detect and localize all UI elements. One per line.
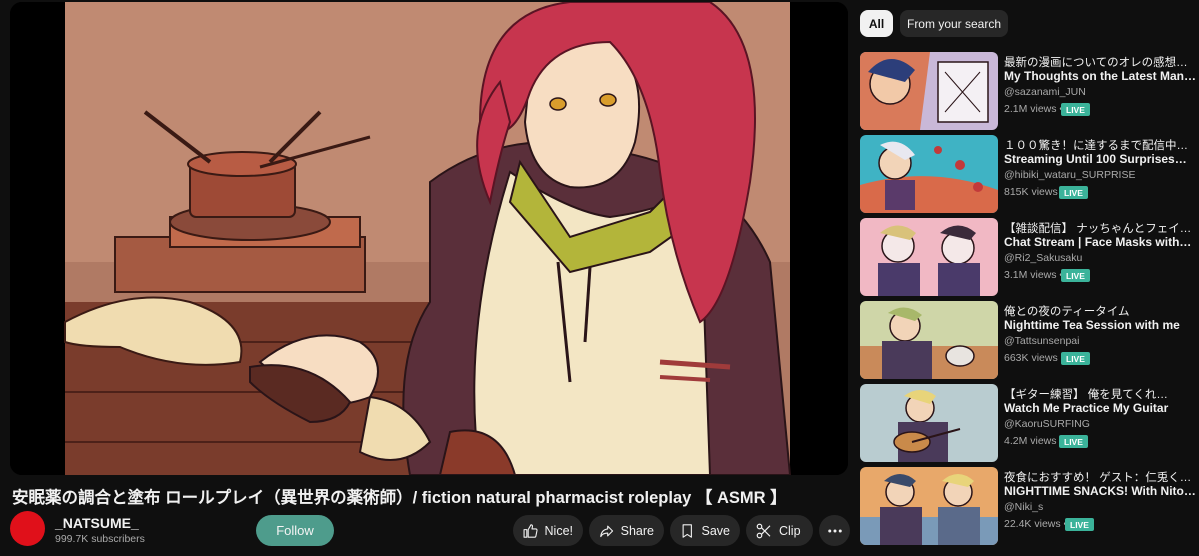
save-label: Save [701, 523, 731, 538]
subscriber-count: 999.7K subscribers [55, 533, 145, 545]
video-thumbnail[interactable] [860, 384, 998, 462]
video-thumbnail[interactable] [860, 301, 998, 379]
rec-title-en[interactable]: My Thoughts on the Latest Manga… [1004, 69, 1196, 83]
rec-views: 815K views • [1004, 186, 1064, 198]
rec-title-jp[interactable]: 【雑談配信】 ナッちゃんとフェイ… [1004, 220, 1196, 236]
live-badge: LIVE [1059, 435, 1088, 448]
live-badge: LIVE [1061, 352, 1090, 365]
live-badge: LIVE [1061, 269, 1090, 282]
rec-title-en[interactable]: Nighttime Tea Session with me [1004, 318, 1196, 332]
share-arrow-icon [600, 525, 614, 537]
recommendation-item[interactable]: 【雑談配信】 ナッちゃんとフェイ… Chat Stream | Face Mas… [860, 218, 1198, 296]
rec-views: 4.2M views • [1004, 435, 1063, 447]
recommendation-item[interactable]: １００驚き！に達するまで配信中… Streaming Until 100 Sur… [860, 135, 1198, 213]
rec-view-count: 3.1M views [1004, 269, 1057, 281]
rec-title-jp[interactable]: 夜食におすすめ！ ゲスト：仁兎く… [1004, 469, 1196, 485]
rec-view-count: 663K views [1004, 352, 1058, 364]
rec-view-count: 4.2M views [1004, 435, 1057, 447]
share-button[interactable]: Share [589, 515, 664, 546]
youtube-watch-page: 安眠薬の調合と塗布 ロールプレイ（異世界の薬術師）/ fiction natur… [0, 0, 1199, 556]
bookmark-icon [682, 523, 692, 538]
live-badge: LIVE [1065, 518, 1094, 531]
recommendation-item[interactable]: 【ギター練習】 俺を見てくれ… Watch Me Practice My Gui… [860, 384, 1198, 462]
video-thumbnail[interactable] [860, 52, 998, 130]
thumbs-up-icon [523, 523, 538, 538]
recommendation-item[interactable]: 俺との夜のティータイム Nighttime Tea Session with m… [860, 301, 1198, 379]
rec-channel[interactable]: @Ri2_Sakusaku [1004, 252, 1082, 264]
live-badge: LIVE [1059, 186, 1088, 199]
rec-channel[interactable]: @KaoruSURFING [1004, 418, 1090, 430]
rec-views: 22.4K views • [1004, 518, 1068, 530]
video-frame-illustration [10, 2, 848, 475]
rec-title-jp[interactable]: 【ギター練習】 俺を見てくれ… [1004, 386, 1196, 402]
rec-view-count: 815K views [1004, 186, 1058, 198]
rec-title-en[interactable]: NIGHTTIME SNACKS! With Nito… [1004, 484, 1196, 498]
rec-title-en[interactable]: Chat Stream | Face Masks with… [1004, 235, 1196, 249]
rec-view-count: 22.4K views [1004, 518, 1061, 530]
scissors-icon [756, 523, 771, 538]
recommendation-item[interactable]: 最新の漫画についてのオレの感想、『… My Thoughts on the La… [860, 52, 1198, 130]
rec-title-en[interactable]: Watch Me Practice My Guitar [1004, 401, 1196, 415]
rec-views: 663K views • [1004, 352, 1064, 364]
video-thumbnail[interactable] [860, 467, 998, 545]
filter-chip-from-search[interactable]: From your search [900, 10, 1008, 37]
recommendation-item[interactable]: 夜食におすすめ！ ゲスト：仁兎く… NIGHTTIME SNACKS! With… [860, 467, 1198, 545]
nice-label: Nice! [544, 523, 573, 538]
save-button[interactable]: Save [670, 515, 740, 546]
video-thumbnail[interactable] [860, 135, 998, 213]
share-label: Share [620, 523, 654, 538]
rec-title-jp[interactable]: 最新の漫画についてのオレの感想、『… [1004, 54, 1196, 70]
more-horizontal-icon [827, 529, 842, 532]
channel-avatar[interactable] [10, 511, 45, 546]
nice-button[interactable]: Nice! [513, 515, 583, 546]
rec-view-count: 2.1M views [1004, 103, 1057, 115]
rec-title-en[interactable]: Streaming Until 100 Surprises… [1004, 152, 1196, 166]
video-title: 安眠薬の調合と塗布 ロールプレイ（異世界の薬術師）/ fiction natur… [12, 489, 787, 507]
rec-views: 3.1M views • [1004, 269, 1064, 281]
more-actions-button[interactable] [819, 515, 850, 546]
filter-chip-all[interactable]: All [860, 10, 893, 37]
channel-name[interactable]: _NATSUME_ [55, 515, 139, 531]
video-player[interactable] [10, 2, 848, 475]
clip-label: Clip [779, 523, 801, 538]
rec-channel[interactable]: @Niki_s [1004, 501, 1043, 513]
live-badge: LIVE [1061, 103, 1090, 116]
rec-views: 2.1M views • [1004, 103, 1064, 115]
rec-channel[interactable]: @Tattsunsenpai [1004, 335, 1079, 347]
clip-button[interactable]: Clip [746, 515, 813, 546]
video-thumbnail[interactable] [860, 218, 998, 296]
follow-button[interactable]: Follow [256, 515, 334, 546]
rec-channel[interactable]: @sazanami_JUN [1004, 86, 1086, 98]
rec-channel[interactable]: @hibiki_wataru_SURPRISE [1004, 169, 1135, 181]
rec-title-jp[interactable]: 俺との夜のティータイム [1004, 303, 1196, 319]
rec-title-jp[interactable]: １００驚き！に達するまで配信中… [1004, 137, 1196, 153]
